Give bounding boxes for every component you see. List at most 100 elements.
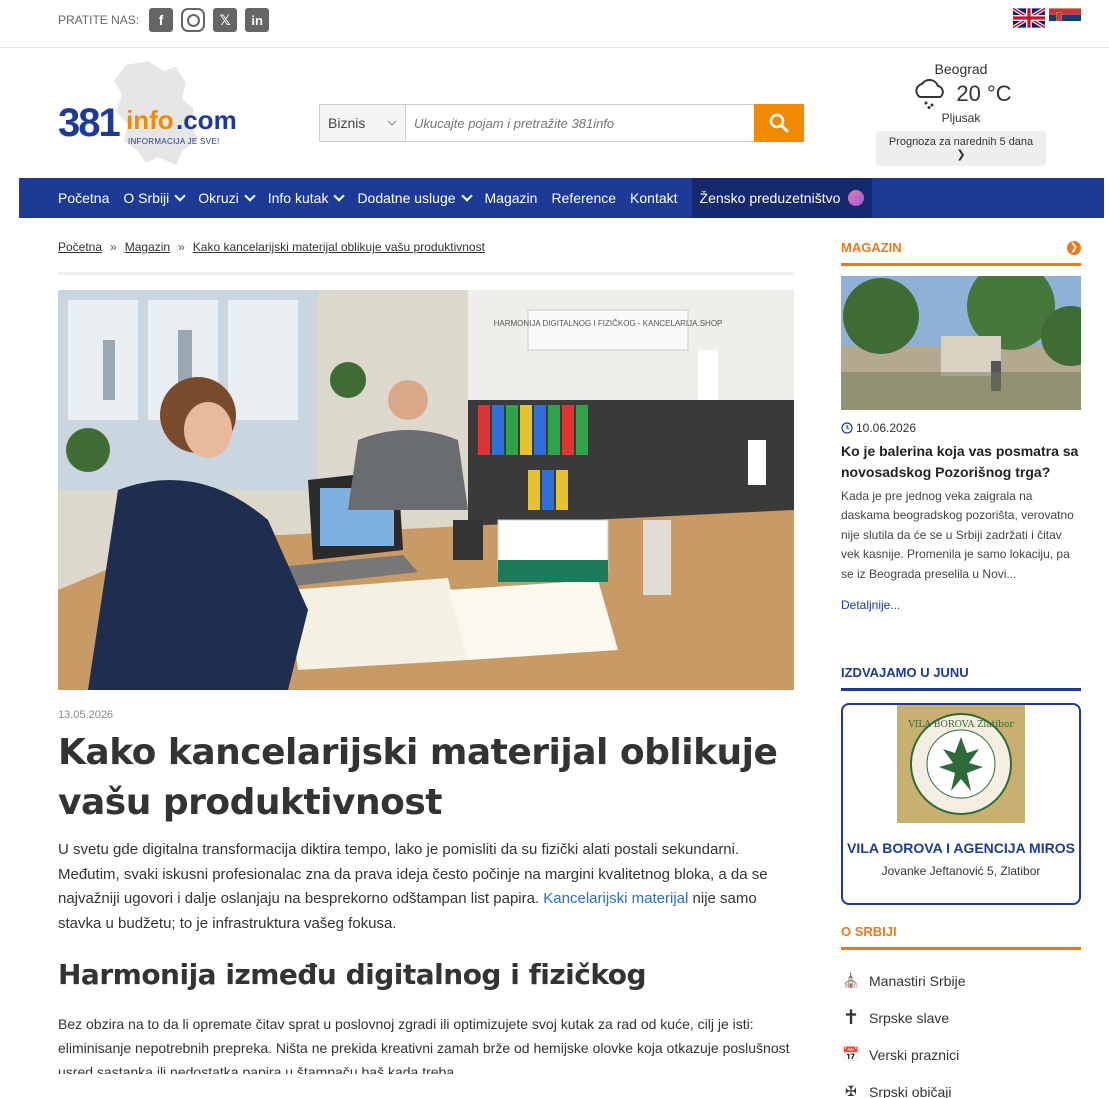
search-bar: Biznis	[319, 104, 804, 142]
magazin-article-excerpt: Kada je pre jednog veka zaigrala na dask…	[841, 489, 1074, 581]
o-srbiji-list: ⛪ Manastiri Srbije ✝ Srpske slave 📅 Verski …	[841, 962, 1081, 1098]
venus-icon	[848, 190, 865, 206]
english-flag-icon[interactable]	[1013, 8, 1045, 28]
forecast-button[interactable]: Prognoza za narednih 5 dana ❯	[876, 131, 1046, 166]
article-title: Kako kancelarijski materijal oblikuje va…	[58, 732, 778, 823]
nav-item-info-kutak[interactable]: Info kutak	[267, 190, 346, 206]
nav-item-pocetna[interactable]: Početna	[58, 190, 109, 206]
hero-sign-text: HARMONIJA DIGITALNOG I FIZIČKOG - KANCEL…	[494, 319, 723, 328]
featured-heading-label: IZDVAJAMO U JUNU	[841, 665, 969, 680]
breadcrumb: Početna » Magazin » Kako kancelarijski m…	[58, 240, 485, 254]
list-item-label: Manastiri Srbije	[869, 972, 966, 989]
follow-label: PRATITE NAS:	[58, 13, 140, 27]
featured-ad[interactable]: VILA BOROVA Zlatibor VILA BOROVA I AGENC…	[841, 703, 1081, 905]
clock-icon	[841, 422, 853, 434]
list-item-label: Srpske slave	[869, 1009, 950, 1026]
nav-item-reference[interactable]: Reference	[551, 190, 616, 206]
vila-borova-logo: VILA BOROVA Zlatibor	[897, 705, 1025, 823]
calendar-icon: 📅	[842, 1046, 860, 1062]
search-button[interactable]	[754, 104, 804, 142]
magazin-image	[841, 262, 1101, 410]
chevron-down-icon	[174, 190, 186, 202]
breadcrumb-separator: »	[110, 240, 117, 254]
article-date: 13.05.2026	[58, 709, 114, 721]
linkedin-icon[interactable]: in	[245, 8, 270, 32]
chevron-right-icon[interactable]: ❯	[1067, 240, 1081, 255]
weather-city: Beograd	[934, 61, 988, 77]
nav-item-dodatne-usluge[interactable]: Dodatne usluge	[357, 190, 473, 206]
sidebar-o-srbiji: O SRBIJI ⛪ Manastiri Srbije ✝ Srpske slave…	[841, 924, 1081, 1098]
language-switcher	[1013, 8, 1081, 28]
logo-info: info	[126, 105, 174, 135]
top-bar: PRATITE NAS: f 𝕏 in	[0, 0, 1109, 48]
monastery-icon: ⛪	[842, 972, 860, 988]
serbian-flag-icon[interactable]	[1049, 8, 1081, 28]
nav-label: Okruzi	[198, 190, 239, 206]
nav-item-zensko-preduzetnistvo[interactable]: Žensko preduzetništvo	[691, 178, 873, 218]
o-srbiji-item-slave[interactable]: ✝ Srpske slave	[841, 999, 1081, 1036]
intro-link[interactable]: Kancelarijski materijal	[543, 890, 688, 907]
o-srbiji-item-obicaji[interactable]: ✠ Srpski običaji	[841, 1073, 1081, 1098]
sidebar-featured: IZDVAJAMO U JUNU VILA BOROVA Zlatibor VI…	[841, 665, 1081, 905]
logo-tagline: INFORMACIJA JE SVE!	[128, 137, 220, 146]
list-item-label: Srpski običaji	[869, 1083, 952, 1098]
logo-com: .com	[176, 105, 237, 135]
o-srbiji-item-praznici[interactable]: 📅 Verski praznici	[841, 1036, 1081, 1073]
list-item-label: Verski praznici	[869, 1046, 960, 1063]
nav-item-magazin[interactable]: Magazin	[485, 190, 538, 206]
search-category-select[interactable]: Biznis	[320, 105, 406, 141]
instagram-icon[interactable]	[181, 8, 206, 32]
section-paragraph: Bez obzira na to da li opremate čitav sp…	[58, 1016, 790, 1074]
main-nav: Početna O Srbiji Okruzi Info kutak Dodat…	[19, 178, 1104, 218]
logo-number: 381	[58, 101, 121, 145]
nav-item-okruzi[interactable]: Okruzi	[198, 190, 256, 206]
vila-borova-logo-text: VILA BOROVA Zlatibor	[907, 720, 1014, 730]
featured-heading: IZDVAJAMO U JUNU	[841, 665, 1081, 691]
rain-cloud-icon	[915, 79, 945, 109]
weather-description: Pljusak	[941, 111, 981, 125]
nav-item-o-srbiji[interactable]: O Srbiji	[123, 190, 186, 206]
search-icon	[769, 113, 789, 133]
magazin-article-title[interactable]: Ko je balerina koja vas posmatra sa novo…	[841, 441, 1081, 483]
magazin-more-link[interactable]: Detaljnije...	[841, 598, 1081, 612]
chevron-down-icon	[460, 190, 473, 202]
weather-widget: Beograd 20 °C Pljusak Prognoza za naredn…	[876, 61, 1046, 166]
breadcrumb-separator: »	[178, 240, 185, 254]
search-input[interactable]	[406, 105, 754, 141]
nav-item-kontakt[interactable]: Kontakt	[630, 190, 677, 206]
nav-label: Dodatne usluge	[357, 190, 456, 206]
nav-label: Magazin	[484, 190, 538, 206]
o-srbiji-heading: O SRBIJI	[841, 924, 1081, 950]
article-intro: U svetu gde digitalna transformacija dik…	[58, 838, 794, 936]
chevron-down-icon	[387, 120, 397, 126]
o-srbiji-item-manastiri[interactable]: ⛪ Manastiri Srbije	[841, 962, 1081, 999]
nav-label: O Srbiji	[123, 190, 170, 206]
nav-label: Početna	[58, 190, 110, 206]
sidebar-magazin: MAGAZIN ❯ 10.06.2026 Ko je balerina koja…	[841, 240, 1101, 612]
o-srbiji-heading-label: O SRBIJI	[841, 924, 897, 939]
magazin-heading-label: MAGAZIN	[841, 240, 902, 255]
magazin-heading: MAGAZIN ❯	[841, 240, 1081, 266]
chevron-down-icon	[333, 190, 346, 202]
nav-label: Kontakt	[630, 190, 678, 206]
breadcrumb-current[interactable]: Kako kancelarijski materijal oblikuje va…	[193, 240, 485, 254]
site-header: 381 info .com INFORMACIJA JE SVE! Biznis…	[0, 49, 1109, 177]
x-twitter-icon[interactable]: 𝕏	[213, 8, 238, 32]
social-follow: PRATITE NAS: f 𝕏 in	[58, 8, 270, 32]
breadcrumb-magazin[interactable]: Magazin	[125, 240, 170, 254]
magazin-date: 10.06.2026	[841, 421, 1081, 435]
magazin-date-text: 10.06.2026	[856, 421, 917, 435]
divider	[58, 272, 794, 275]
featured-title[interactable]: VILA BOROVA I AGENCIJA MIROS	[843, 840, 1079, 856]
chevron-down-icon	[244, 190, 256, 202]
nav-label: Žensko preduzetništvo	[699, 190, 841, 206]
breadcrumb-home[interactable]: Početna	[58, 240, 102, 254]
nav-label: Info kutak	[267, 190, 329, 206]
search-category-value: Biznis	[328, 115, 366, 131]
featured-address: Jovanke Jeftanović 5, Zlatibor	[881, 864, 1041, 878]
article-hero-image: HARMONIJA DIGITALNOG I FIZIČKOG - KANCEL…	[58, 290, 794, 690]
nav-label: Reference	[551, 190, 617, 206]
weather-temperature: 20 °C	[956, 81, 1012, 106]
facebook-icon[interactable]: f	[149, 8, 174, 32]
site-logo[interactable]: 381 info .com INFORMACIJA JE SVE!	[58, 61, 258, 165]
